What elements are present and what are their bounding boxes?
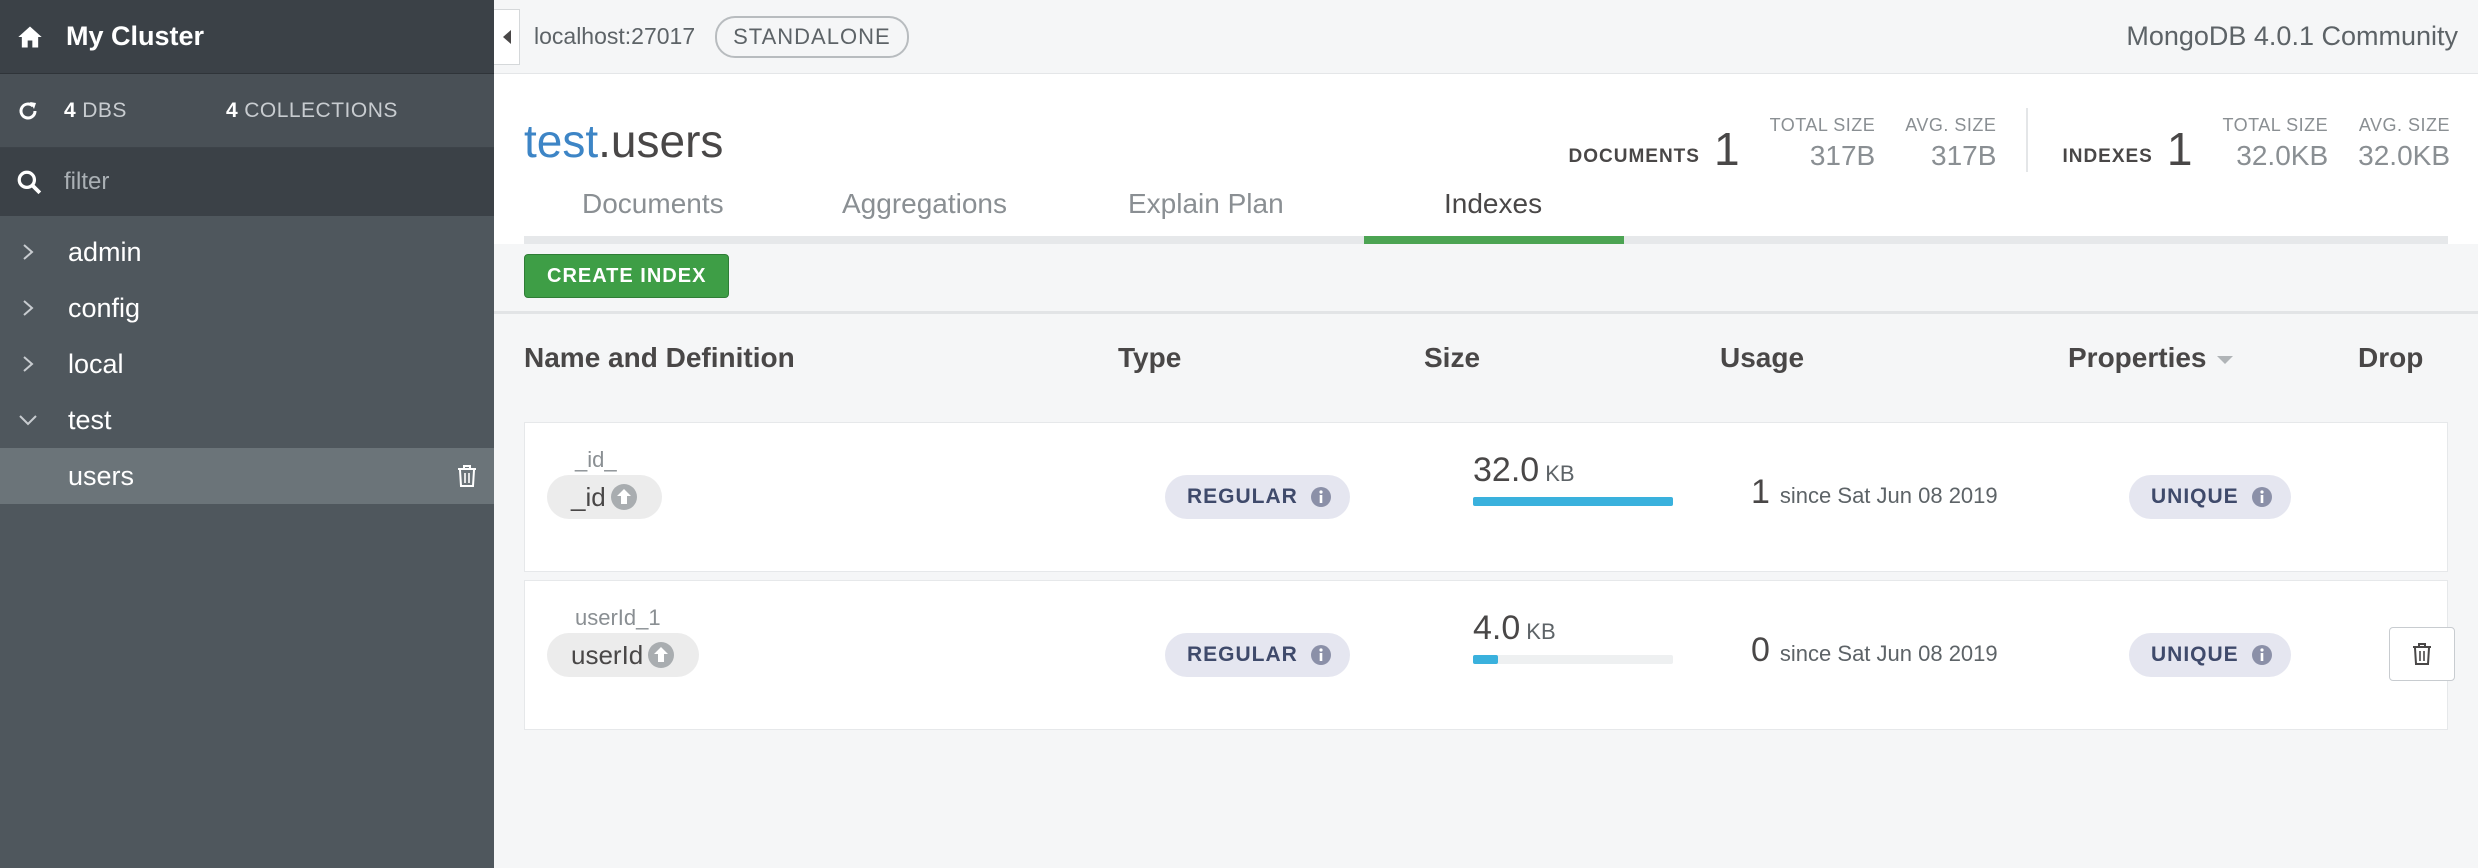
- main-panel: localhost:27017 STANDALONE MongoDB 4.0.1…: [494, 0, 2478, 868]
- collections-count: 4 COLLECTIONS: [226, 98, 398, 122]
- doc-total-size: TOTAL SIZE 317B: [1769, 115, 1876, 171]
- idx-avg-size: AVG. SIZE 32.0KB: [2358, 115, 2450, 171]
- documents-count: 1: [1713, 123, 1740, 175]
- trash-icon[interactable]: [456, 464, 478, 488]
- index-usage: 1 since Sat Jun 08 2019: [1751, 473, 1998, 511]
- sidebar-item-test[interactable]: test: [0, 392, 494, 448]
- index-field-chip: _id: [547, 475, 662, 519]
- sort-desc-icon: [2216, 355, 2233, 364]
- home-icon: [18, 26, 42, 47]
- sidebar: My Cluster 4DBS 4COLLECTIONS admin confi…: [0, 0, 494, 868]
- cluster-header[interactable]: My Cluster: [0, 0, 494, 74]
- refresh-icon[interactable]: [16, 99, 40, 123]
- sidebar-filter: [0, 148, 494, 216]
- search-icon: [17, 170, 42, 195]
- index-size: 32.0 KB: [1473, 451, 1575, 489]
- database-label: local: [68, 348, 124, 379]
- property-badge: UNIQUE: [2129, 633, 2291, 677]
- index-name: userId_1: [575, 605, 661, 630]
- type-badge: REGULAR: [1165, 475, 1350, 519]
- trash-icon: [2413, 643, 2431, 665]
- index-name: _id_: [575, 447, 617, 472]
- header-properties[interactable]: Properties: [2068, 342, 2233, 374]
- doc-avg-size: AVG. SIZE 317B: [1905, 115, 1997, 171]
- collection-tabs: Documents Aggregations Explain Plan Inde…: [524, 172, 2448, 244]
- indexes-metric: INDEXES 1: [2062, 126, 2192, 172]
- cluster-stats: 4 DBS 4 COLLECTIONS: [0, 74, 494, 148]
- topology-badge: STANDALONE: [715, 15, 909, 58]
- dbs-count: 4 DBS: [64, 98, 127, 122]
- namespace-collection: .users: [598, 115, 724, 167]
- indexes-count: 1: [2166, 123, 2193, 175]
- caret-left-icon: [502, 29, 511, 44]
- size-bar-fill: [1473, 655, 1498, 664]
- ascending-arrow-icon: [648, 642, 675, 668]
- namespace-db[interactable]: test: [524, 115, 598, 167]
- size-bar: [1473, 497, 1673, 506]
- ascending-arrow-icon: [610, 484, 637, 510]
- collection-label: users: [68, 460, 135, 491]
- collection-header: test.users DOCUMENTS 1 TOTAL SIZE 317B A…: [494, 74, 2478, 244]
- chevron-right-icon: [23, 300, 34, 316]
- tab-explain-plan[interactable]: Explain Plan: [1064, 172, 1364, 236]
- cluster-title: My Cluster: [66, 21, 205, 51]
- host-address: localhost:27017: [534, 23, 696, 49]
- header-usage: Usage: [1720, 342, 1805, 373]
- indexes-label: INDEXES: [2062, 146, 2153, 167]
- chevron-right-icon: [23, 244, 34, 260]
- database-label: config: [68, 292, 141, 323]
- header-drop: Drop: [2358, 342, 2424, 373]
- index-size: 4.0 KB: [1473, 609, 1556, 647]
- documents-metric: DOCUMENTS 1: [1569, 126, 1740, 172]
- sidebar-item-admin[interactable]: admin: [0, 224, 494, 280]
- property-badge: UNIQUE: [2129, 475, 2291, 519]
- info-icon[interactable]: [2251, 644, 2273, 666]
- index-field-chip: userId: [547, 633, 700, 677]
- instance-header: localhost:27017 STANDALONE MongoDB 4.0.1…: [494, 0, 2478, 74]
- info-icon[interactable]: [1310, 486, 1332, 508]
- sidebar-item-users[interactable]: users: [0, 448, 494, 504]
- header-name: Name and Definition: [524, 342, 795, 373]
- tab-indexes[interactable]: Indexes: [1364, 172, 1624, 244]
- database-label: test: [68, 404, 112, 435]
- filter-input[interactable]: [64, 168, 464, 196]
- header-size: Size: [1424, 342, 1481, 373]
- info-icon[interactable]: [1310, 644, 1332, 666]
- type-badge: REGULAR: [1165, 633, 1350, 677]
- server-version: MongoDB 4.0.1 Community: [2126, 21, 2458, 51]
- collection-stats: DOCUMENTS 1 TOTAL SIZE 317B AVG. SIZE 31…: [1569, 108, 2450, 172]
- index-usage: 0 since Sat Jun 08 2019: [1751, 631, 1998, 669]
- chevron-down-icon: [19, 415, 37, 426]
- tab-documents[interactable]: Documents: [524, 172, 784, 236]
- documents-label: DOCUMENTS: [1568, 146, 1700, 167]
- collection-namespace: test.users: [524, 114, 723, 168]
- index-row: _id_ _id REGULAR 32.0 KB 1 since Sat Jun 0…: [524, 422, 2448, 572]
- header-type: Type: [1118, 342, 1182, 373]
- stats-divider: [2026, 108, 2029, 172]
- index-row: userId_1 userId REGULAR 4.0 KB 0 since Sat…: [524, 580, 2455, 730]
- tab-aggregations[interactable]: Aggregations: [784, 172, 1064, 236]
- database-label: admin: [68, 236, 142, 267]
- index-field: _id: [571, 481, 606, 512]
- sidebar-item-local[interactable]: local: [0, 336, 494, 392]
- size-bar: [1473, 655, 1673, 664]
- drop-index-button[interactable]: [2389, 627, 2455, 681]
- indexes-toolbar: CREATE INDEX: [494, 244, 2478, 314]
- size-bar-fill: [1473, 497, 1673, 506]
- chevron-right-icon: [23, 356, 34, 372]
- info-icon[interactable]: [2251, 486, 2273, 508]
- collapse-sidebar-button[interactable]: [494, 8, 520, 65]
- create-index-button[interactable]: CREATE INDEX: [524, 254, 730, 298]
- database-list: admin config local test users: [0, 216, 494, 504]
- idx-total-size: TOTAL SIZE 32.0KB: [2222, 115, 2329, 171]
- sidebar-item-config[interactable]: config: [0, 280, 494, 336]
- index-field: userId: [571, 639, 644, 670]
